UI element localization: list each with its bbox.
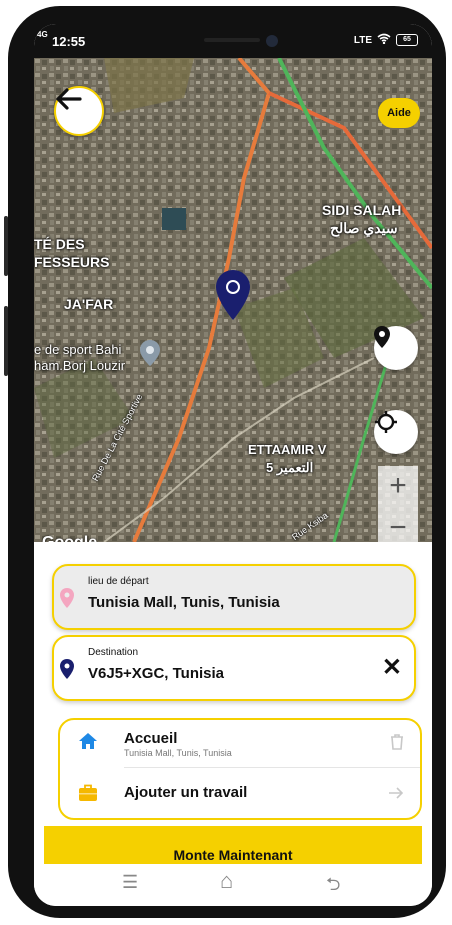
saved-place-work[interactable]: Ajouter un travail (60, 770, 420, 816)
trash-icon[interactable] (390, 734, 404, 755)
google-attribution: Google (42, 534, 97, 542)
saved-places-list: Accueil Tunisia Mall, Tunis, Tunisia Ajo… (58, 718, 422, 820)
start-location-field[interactable]: lieu de départ Tunisia Mall, Tunis, Tuni… (52, 564, 416, 630)
destination-field[interactable]: Destination V6J5+XGC, Tunisia ✕ (52, 635, 416, 701)
network-type: LTE (353, 34, 372, 46)
list-divider (124, 767, 420, 768)
map-label-sport: e de sport Bahi (34, 342, 122, 357)
pick-location-button[interactable] (374, 326, 418, 370)
volume-button (4, 216, 8, 276)
back-nav-icon[interactable]: ⮌ (326, 872, 340, 902)
power-button (4, 306, 8, 376)
wifi-icon (377, 33, 391, 47)
app-screen: 4G 12:55 LTE 65 SIDI SALAH سيدي صالح TÉ … (34, 24, 432, 906)
arrow-right-icon (388, 786, 404, 804)
saved-place-title: Ajouter un travail (124, 784, 248, 801)
zoom-controls: + − (378, 466, 418, 542)
start-pin-icon (60, 588, 74, 613)
destination-value: V6J5+XGC, Tunisia (88, 665, 225, 682)
saved-place-title: Accueil (124, 730, 178, 747)
menu-icon[interactable]: ☰ (122, 872, 138, 893)
clear-destination-button[interactable]: ✕ (382, 653, 402, 682)
briefcase-icon (78, 784, 98, 807)
front-camera (266, 35, 278, 47)
saved-place-home[interactable]: Accueil Tunisia Mall, Tunis, Tunisia (60, 720, 420, 766)
map-view[interactable]: SIDI SALAH سيدي صالح TÉ DES FESSEURS JA'… (34, 58, 432, 542)
status-bar: 4G 12:55 LTE 65 (34, 24, 432, 58)
system-nav-bar: ☰ ⌂ ⮌ (34, 864, 432, 906)
map-label-sidi-salah: SIDI SALAH (322, 202, 402, 218)
map-label-fesseurs: FESSEURS (34, 254, 110, 270)
my-location-button[interactable] (374, 410, 418, 454)
map-label-borj: ham.Borj Louzir (34, 358, 126, 373)
destination-label: Destination (88, 647, 139, 658)
start-location-value: Tunisia Mall, Tunis, Tunisia (88, 594, 280, 611)
back-button[interactable] (54, 86, 104, 136)
battery-icon: 65 (396, 34, 418, 46)
map-label-ettaamir-ar: التعمير 5 (266, 460, 314, 475)
home-nav-icon[interactable]: ⌂ (220, 868, 233, 894)
zoom-in-button[interactable]: + (378, 466, 418, 508)
zoom-out-button[interactable]: − (378, 508, 418, 542)
map-label-jafar: JA'FAR (64, 296, 114, 312)
map-label-te-des: TÉ DES (34, 236, 85, 252)
help-button[interactable]: Aide (378, 98, 420, 128)
status-time: 12:55 (52, 34, 86, 49)
start-location-label: lieu de départ (88, 576, 149, 587)
home-icon (78, 732, 98, 755)
signal-indicator: 4G (37, 30, 48, 39)
destination-field-pin-icon (60, 659, 74, 684)
map-label-ettaamir: ETTAAMIR V (248, 442, 327, 457)
map-label-sidi-salah-ar: سيدي صالح (330, 220, 398, 236)
saved-place-subtitle: Tunisia Mall, Tunis, Tunisia (124, 748, 232, 758)
status-icons: LTE 65 (354, 33, 418, 47)
earpiece (204, 38, 260, 42)
